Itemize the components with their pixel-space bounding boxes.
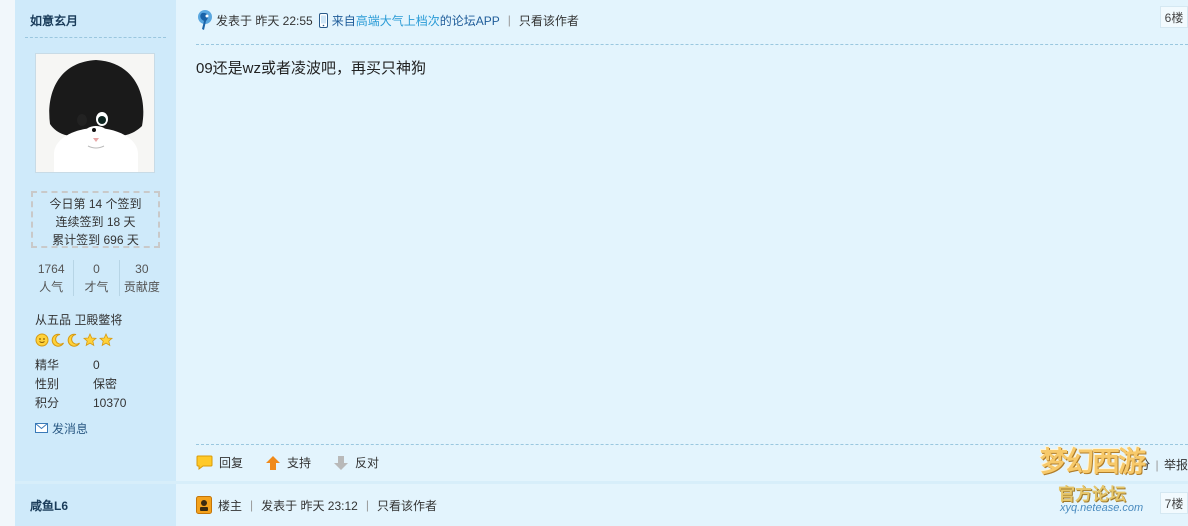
moon-icon [51,333,65,347]
stat-popularity-value: 1764 [37,262,65,276]
support-button[interactable]: 支持 [265,454,311,471]
author-stats: 1764 人气 0 才气 30 贡献度 [29,260,164,296]
speech-bubble-icon [196,455,213,470]
thread-starter-label: 楼主 [218,498,243,513]
floor-number[interactable]: 7楼 [1160,492,1188,514]
info-points-key: 积分 [35,396,60,410]
moon-icon [67,333,81,347]
thread-starter-icon [196,496,212,514]
checkin-box: 今日第 14 个签到 连续签到 18 天 累计签到 696 天 [31,191,160,248]
footer-divider [196,444,1188,445]
author-name[interactable]: 如意玄月 [30,12,78,29]
level-icons [35,333,113,347]
info-essence-key: 精华 [35,358,60,372]
info-essence-value: 0 [93,358,100,372]
avatar-cat-image [36,54,154,172]
post-main: 楼主 | 发表于 昨天 23:12 | 只看该作者 7楼 [176,484,1188,526]
oppose-label: 反对 [355,456,380,470]
checkin-streak: 连续签到 18 天 [55,215,136,229]
send-message-label: 发消息 [52,422,89,436]
app-source-accent[interactable]: 高端大气上档次 [356,12,440,29]
reply-button[interactable]: 回复 [196,454,243,471]
author-name[interactable]: 咸鱼L6 [30,497,68,514]
post-time: 发表于 昨天 23:12 [261,498,358,513]
send-message-link[interactable]: 发消息 [35,420,88,437]
post-header: 楼主 | 发表于 昨天 23:12 | 只看该作者 [196,493,1188,517]
stat-popularity-label: 人气 [39,280,64,294]
star-icon [83,333,97,347]
info-gender-key: 性别 [35,377,60,391]
header-divider [196,44,1188,45]
star-icon [99,333,113,347]
arrow-down-icon [333,455,349,471]
post-avatar-icon [196,8,214,32]
post-header: 发表于 昨天 22:55 来自 高端大气上档次 的论坛APP | 只看该作者 [196,8,1188,32]
stat-talent-label: 才气 [84,280,109,294]
author-sidebar: 咸鱼L6 [15,484,176,526]
author-sidebar: 如意玄月 今日第 14 个签到 连续签到 18 天 累计签到 696 天 176… [15,0,176,482]
checkin-today: 今日第 14 个签到 [49,197,142,211]
post-right-actions: 评分 | 举报 [1126,456,1188,473]
info-points: 积分 10370 [35,394,126,411]
post-time: 发表于 昨天 22:55 [216,13,313,28]
stat-contribution-label: 贡献度 [123,280,160,294]
post-main: 发表于 昨天 22:55 来自 高端大气上档次 的论坛APP | 只看该作者 6楼 … [176,0,1188,482]
post-content: 09还是wz或者凌波吧，再买只神狗 [196,60,427,77]
floor-number[interactable]: 6楼 [1160,6,1188,28]
page-left-margin [0,0,15,526]
post-actions: 回复 支持 反对 [196,454,401,471]
only-author-link[interactable]: 只看该作者 [377,497,437,514]
oppose-button[interactable]: 反对 [333,454,379,471]
app-source-prefix[interactable]: 来自 [332,12,356,29]
phone-icon [318,12,328,28]
rate-link[interactable]: 评分 [1126,458,1150,472]
sun-icon [35,333,49,347]
checkin-total: 累计签到 696 天 [52,233,139,247]
avatar[interactable] [35,53,155,173]
arrow-up-icon [265,455,281,471]
reply-label: 回复 [219,456,244,470]
only-author-link[interactable]: 只看该作者 [519,12,579,29]
author-rank: 从五品 卫殿鳖将 [35,313,123,327]
stat-talent-value: 0 [93,262,100,276]
app-source-suffix[interactable]: 的论坛APP [440,12,500,29]
info-gender-value: 保密 [93,377,118,391]
stat-contribution: 30 贡献度 [118,260,164,296]
support-label: 支持 [287,456,312,470]
post-6: 如意玄月 今日第 14 个签到 连续签到 18 天 累计签到 696 天 176… [15,0,1188,482]
right-action-separator: | [1155,458,1159,472]
stat-contribution-value: 30 [135,262,149,276]
header-separator: | [507,13,511,27]
stat-popularity: 1764 人气 [29,260,73,296]
info-essence: 精华 0 [35,356,100,373]
header-separator: | [365,498,369,512]
sidebar-divider [25,37,166,38]
info-points-value: 10370 [93,396,127,410]
report-link[interactable]: 举报 [1164,458,1188,472]
envelope-icon [35,422,48,436]
header-separator: | [250,498,254,512]
stat-talent: 0 才气 [73,260,118,296]
post-7: 咸鱼L6 楼主 | 发表于 昨天 23:12 | 只看该作者 7楼 [15,484,1188,526]
info-gender: 性别 保密 [35,375,117,392]
